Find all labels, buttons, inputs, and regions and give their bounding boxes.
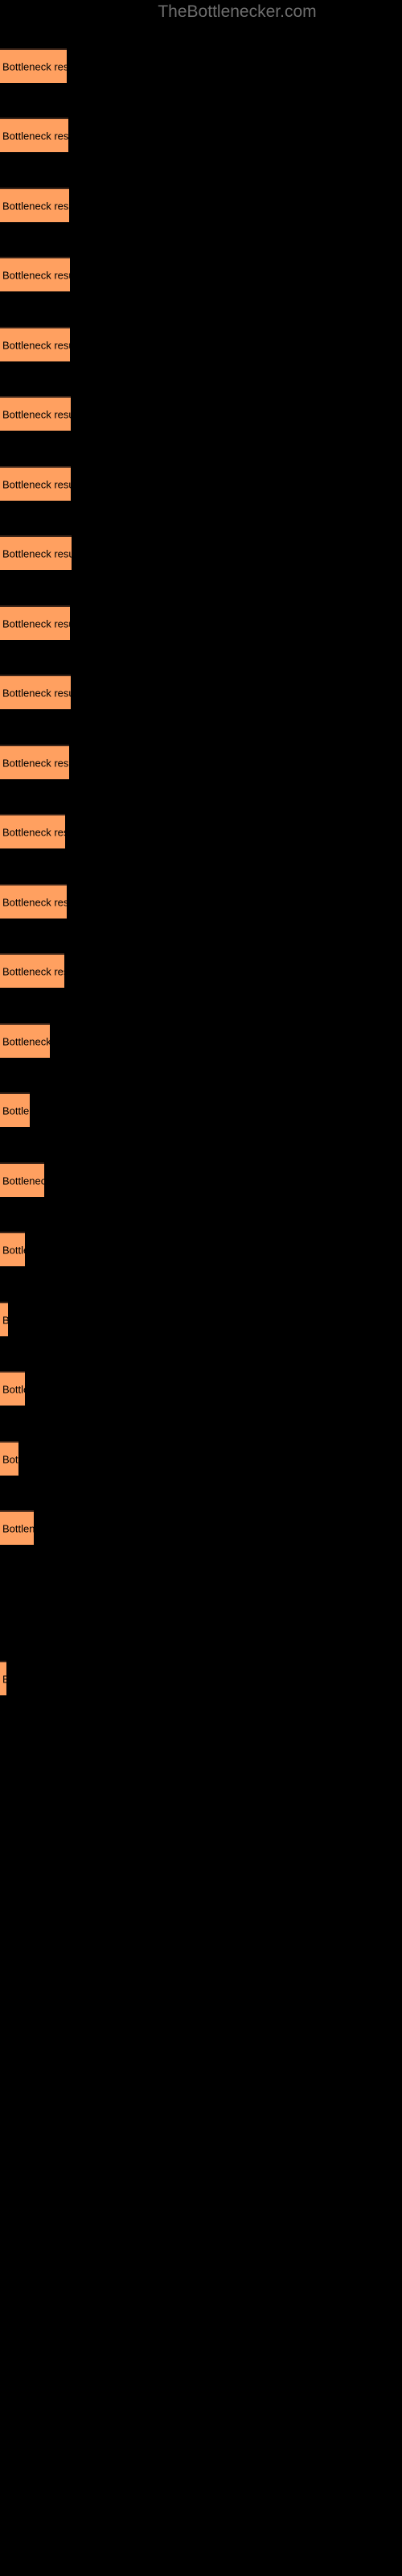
- bar[interactable]: Bottleneck result: [0, 605, 70, 640]
- bar[interactable]: Bottleneck result: [0, 466, 71, 501]
- bar[interactable]: Bottleneck result: [0, 1510, 34, 1545]
- bar[interactable]: Bottleneck result: [0, 953, 64, 988]
- bar-row: Bottleneck result: [0, 396, 402, 431]
- bar[interactable]: Bottleneck result: [0, 1661, 6, 1695]
- bar-row: Bottleneck result: [0, 48, 402, 83]
- bar[interactable]: Bottleneck result: [0, 535, 72, 570]
- bar[interactable]: Bottleneck result: [0, 1162, 44, 1197]
- bar[interactable]: Bottleneck result: [0, 1232, 25, 1266]
- bar-row: Bottleneck result: [0, 535, 402, 570]
- bar-label: Bottleneck result: [2, 130, 68, 142]
- bar-label: Bottleneck result: [2, 269, 70, 281]
- bar[interactable]: Bottleneck result: [0, 396, 71, 431]
- bar[interactable]: Bottleneck result: [0, 745, 69, 779]
- bar-label: Bottleneck result: [2, 478, 71, 490]
- bar-row: Bottleneck result: [0, 188, 402, 222]
- bar-row: Bottleneck result: [0, 605, 402, 640]
- bar-row: Bottleneck result: [0, 1510, 402, 1545]
- bar-row: Bottleneck result: [0, 884, 402, 919]
- bar-label: Bottleneck result: [2, 1244, 25, 1256]
- bar-row: Bottleneck result: [0, 1232, 402, 1266]
- bar-label: Bottleneck result: [2, 1453, 18, 1465]
- bar-row: Bottleneck result: [0, 745, 402, 779]
- bar-row: Bottleneck result: [0, 327, 402, 361]
- bar-row: Bottleneck result: [0, 1661, 402, 1695]
- bar-row: Bottleneck result: [0, 1441, 402, 1476]
- bar-row: Bottleneck result: [0, 675, 402, 709]
- bar-row: Bottleneck result: [0, 1162, 402, 1197]
- bar-label: Bottleneck result: [2, 757, 69, 769]
- bar-row: Bottleneck result: [0, 1092, 402, 1127]
- bar-row: Bottleneck result: [0, 1302, 402, 1336]
- bar-label: Bottleneck result: [2, 60, 67, 72]
- bar[interactable]: Bottleneck result: [0, 118, 68, 152]
- bar[interactable]: Bottleneck result: [0, 1302, 8, 1336]
- bar[interactable]: Bottleneck result: [0, 188, 69, 222]
- bar-label: Bottleneck result: [2, 547, 72, 559]
- bar-label: Bottleneck result: [2, 339, 70, 351]
- bar-row: Bottleneck result: [0, 257, 402, 291]
- bar[interactable]: Bottleneck result: [0, 1441, 18, 1476]
- bar[interactable]: Bottleneck result: [0, 1023, 50, 1058]
- bar-label: Bottleneck result: [2, 1673, 6, 1685]
- bar-label: Bottleneck result: [2, 617, 70, 630]
- bar-label: Bottleneck result: [2, 826, 65, 838]
- bar[interactable]: Bottleneck result: [0, 884, 67, 919]
- bar-row: Bottleneck result: [0, 118, 402, 152]
- bar-label: Bottleneck result: [2, 1174, 44, 1187]
- bar-label: Bottleneck result: [2, 1035, 50, 1047]
- bar[interactable]: Bottleneck result: [0, 327, 70, 361]
- bar-label: Bottleneck result: [2, 687, 71, 699]
- bar-row: Bottleneck result: [0, 1371, 402, 1406]
- bar[interactable]: Bottleneck result: [0, 48, 67, 83]
- bar[interactable]: Bottleneck result: [0, 1092, 30, 1127]
- bar-label: Bottleneck result: [2, 1314, 8, 1326]
- bar-label: Bottleneck result: [2, 408, 71, 420]
- bar-row: Bottleneck result: [0, 466, 402, 501]
- bar[interactable]: Bottleneck result: [0, 257, 70, 291]
- bar-row: Bottleneck result: [0, 1023, 402, 1058]
- bar-label: Bottleneck result: [2, 965, 64, 977]
- bar-row: Bottleneck result: [0, 814, 402, 848]
- bottleneck-bar-chart: Bottleneck result Bottleneck result Bottle…: [0, 0, 402, 2576]
- bar-label: Bottleneck result: [2, 896, 67, 908]
- bar-label: Bottleneck result: [2, 200, 69, 212]
- bar-row: Bottleneck result: [0, 953, 402, 988]
- bar-label: Bottleneck result: [2, 1383, 25, 1395]
- bar[interactable]: Bottleneck result: [0, 675, 71, 709]
- bar[interactable]: Bottleneck result: [0, 1371, 25, 1406]
- bar[interactable]: Bottleneck result: [0, 814, 65, 848]
- bar-label: Bottleneck result: [2, 1522, 34, 1534]
- bar-label: Bottleneck result: [2, 1104, 30, 1117]
